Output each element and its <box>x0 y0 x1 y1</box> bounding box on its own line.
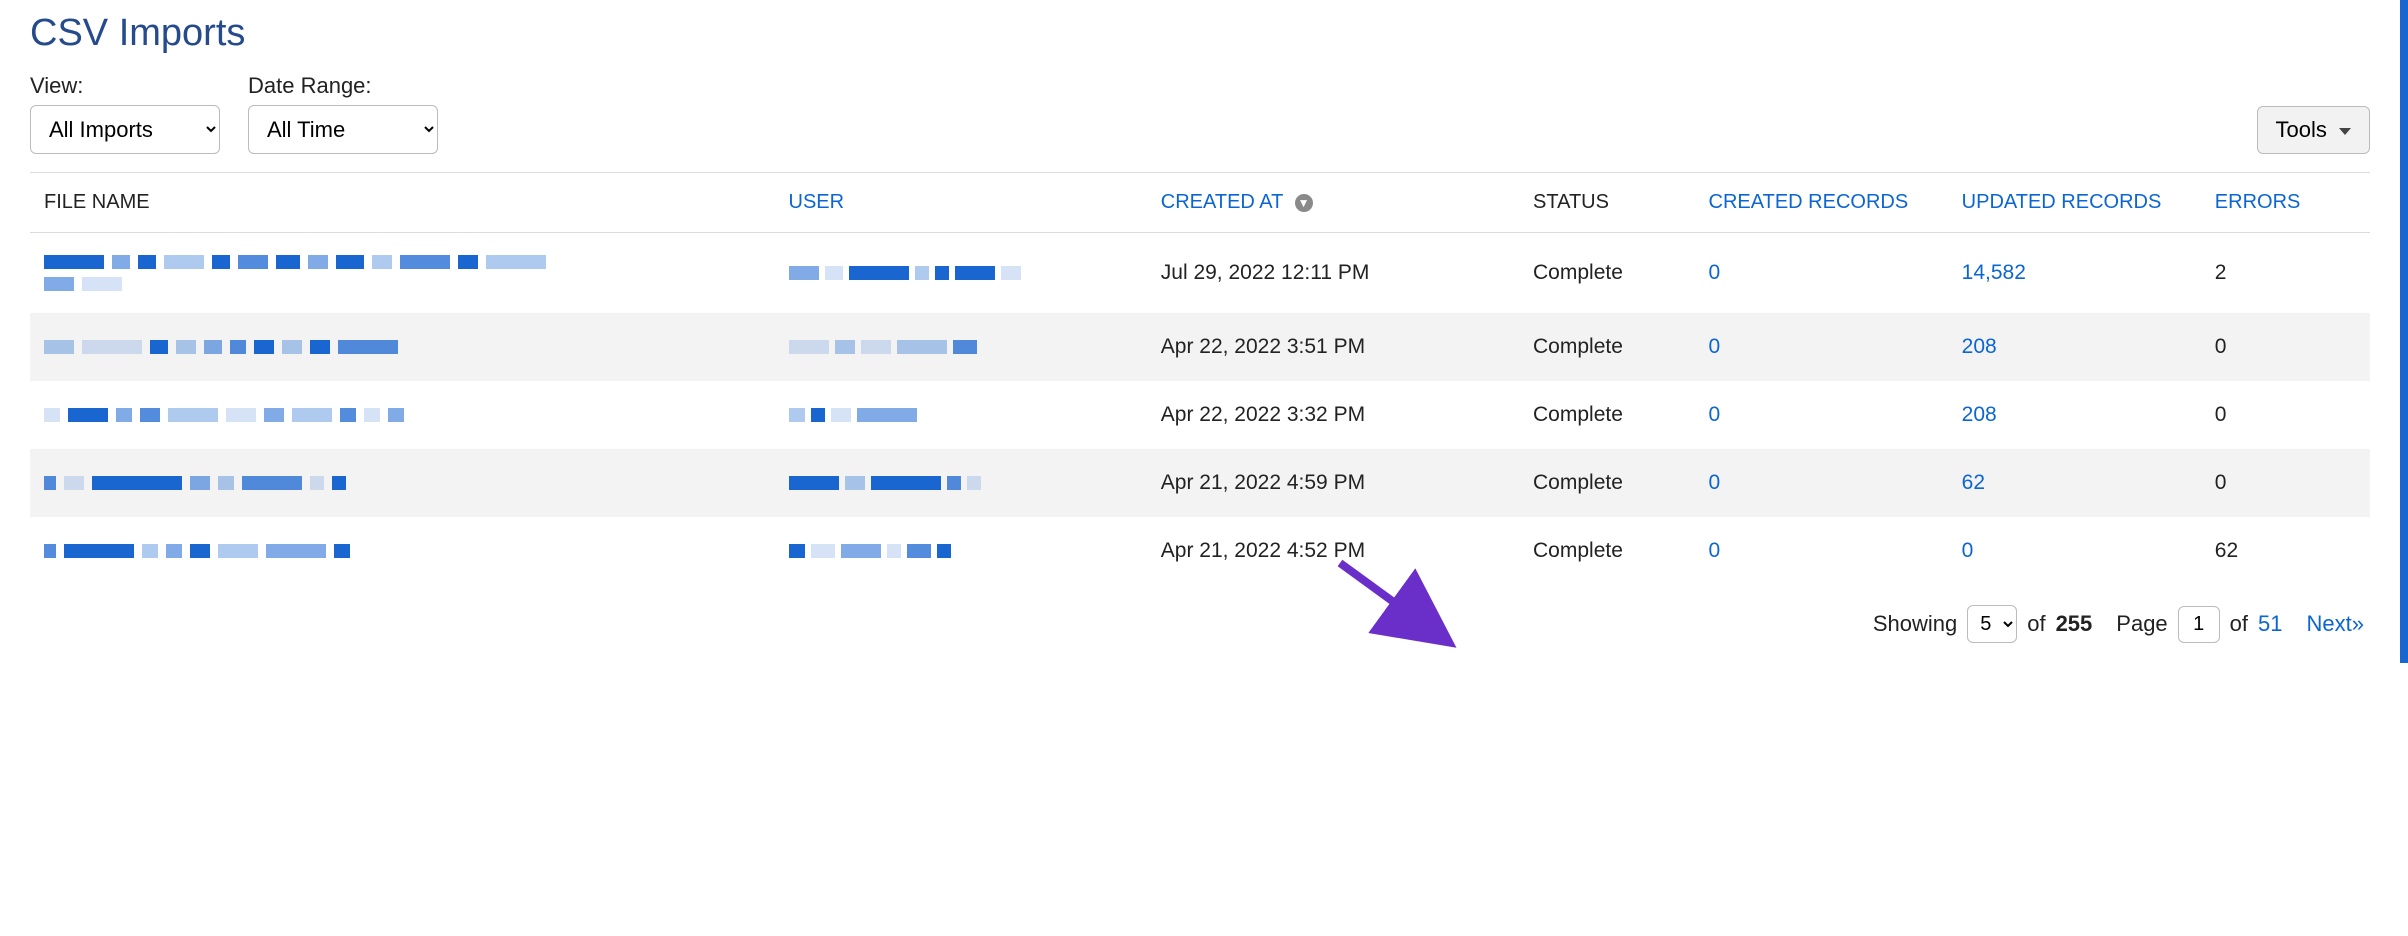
created-records-cell[interactable]: 0 <box>1695 517 1948 585</box>
date-range-select[interactable]: All Time <box>248 105 438 154</box>
created-at-cell: Jul 29, 2022 12:11 PM <box>1147 233 1519 314</box>
updated-records-cell[interactable]: 62 <box>1948 449 2201 517</box>
errors-cell[interactable]: 62 <box>2201 517 2370 585</box>
file-name-cell[interactable] <box>30 381 775 449</box>
table-row: Apr 21, 2022 4:52 PM Complete 0 0 62 <box>30 517 2370 585</box>
updated-records-cell[interactable]: 208 <box>1948 381 2201 449</box>
created-at-cell: Apr 21, 2022 4:59 PM <box>1147 449 1519 517</box>
view-filter-group: View: All Imports <box>30 73 220 154</box>
view-label: View: <box>30 73 220 99</box>
created-records-cell[interactable]: 0 <box>1695 381 1948 449</box>
col-header-created-at[interactable]: CREATED AT ▼ <box>1147 173 1519 233</box>
user-cell[interactable] <box>775 233 1147 314</box>
page-label: Page <box>2116 611 2167 637</box>
user-cell[interactable] <box>775 517 1147 585</box>
page-title: CSV Imports <box>30 12 2370 55</box>
pagination-footer: Showing 5 of 255 Page of 51 Next» <box>30 605 2370 643</box>
table-row: Apr 22, 2022 3:51 PM Complete 0 208 0 <box>30 313 2370 381</box>
user-cell[interactable] <box>775 313 1147 381</box>
errors-cell[interactable]: 0 <box>2201 449 2370 517</box>
page-input[interactable] <box>2178 606 2220 643</box>
created-at-cell: Apr 22, 2022 3:51 PM <box>1147 313 1519 381</box>
file-name-cell[interactable] <box>30 233 775 314</box>
status-cell: Complete <box>1519 233 1695 314</box>
filters-row: View: All Imports Date Range: All Time T… <box>30 73 2370 154</box>
file-name-cell[interactable] <box>30 517 775 585</box>
tools-button[interactable]: Tools <box>2257 106 2370 154</box>
col-header-errors[interactable]: ERRORS <box>2201 173 2370 233</box>
col-header-updated-records[interactable]: UPDATED RECORDS <box>1948 173 2201 233</box>
caret-down-icon <box>2339 128 2351 135</box>
file-name-cell[interactable] <box>30 449 775 517</box>
total-pages[interactable]: 51 <box>2258 611 2282 637</box>
created-records-cell[interactable]: 0 <box>1695 449 1948 517</box>
updated-records-cell[interactable]: 14,582 <box>1948 233 2201 314</box>
showing-label: Showing <box>1873 611 1957 637</box>
col-header-user[interactable]: USER <box>775 173 1147 233</box>
created-records-cell[interactable]: 0 <box>1695 233 1948 314</box>
created-at-cell: Apr 21, 2022 4:52 PM <box>1147 517 1519 585</box>
table-row: Jul 29, 2022 12:11 PM Complete 0 14,582 … <box>30 233 2370 314</box>
created-records-cell[interactable]: 0 <box>1695 313 1948 381</box>
status-cell: Complete <box>1519 381 1695 449</box>
next-link[interactable]: Next» <box>2307 611 2364 637</box>
date-range-label: Date Range: <box>248 73 438 99</box>
col-header-created-at-label: CREATED AT <box>1161 191 1283 213</box>
errors-cell[interactable]: 0 <box>2201 313 2370 381</box>
created-at-cell: Apr 22, 2022 3:32 PM <box>1147 381 1519 449</box>
per-page-select[interactable]: 5 <box>1967 605 2017 643</box>
user-cell[interactable] <box>775 449 1147 517</box>
status-cell: Complete <box>1519 313 1695 381</box>
file-name-cell[interactable] <box>30 313 775 381</box>
errors-cell[interactable]: 0 <box>2201 381 2370 449</box>
total-count: 255 <box>2056 611 2093 637</box>
of-label-pages: of <box>2230 611 2248 637</box>
col-header-created-records[interactable]: CREATED RECORDS <box>1695 173 1948 233</box>
sort-desc-icon: ▼ <box>1295 194 1313 212</box>
errors-cell[interactable]: 2 <box>2201 233 2370 314</box>
table-row: Apr 22, 2022 3:32 PM Complete 0 208 0 <box>30 381 2370 449</box>
updated-records-cell[interactable]: 208 <box>1948 313 2201 381</box>
view-select[interactable]: All Imports <box>30 105 220 154</box>
of-label: of <box>2027 611 2045 637</box>
status-cell: Complete <box>1519 449 1695 517</box>
tools-button-label: Tools <box>2276 117 2327 142</box>
col-header-file-name[interactable]: FILE NAME <box>30 173 775 233</box>
user-cell[interactable] <box>775 381 1147 449</box>
col-header-status[interactable]: STATUS <box>1519 173 1695 233</box>
updated-records-cell[interactable]: 0 <box>1948 517 2201 585</box>
date-range-filter-group: Date Range: All Time <box>248 73 438 154</box>
status-cell: Complete <box>1519 517 1695 585</box>
table-row: Apr 21, 2022 4:59 PM Complete 0 62 0 <box>30 449 2370 517</box>
imports-table: FILE NAME USER CREATED AT ▼ STATUS CREAT… <box>30 173 2370 585</box>
